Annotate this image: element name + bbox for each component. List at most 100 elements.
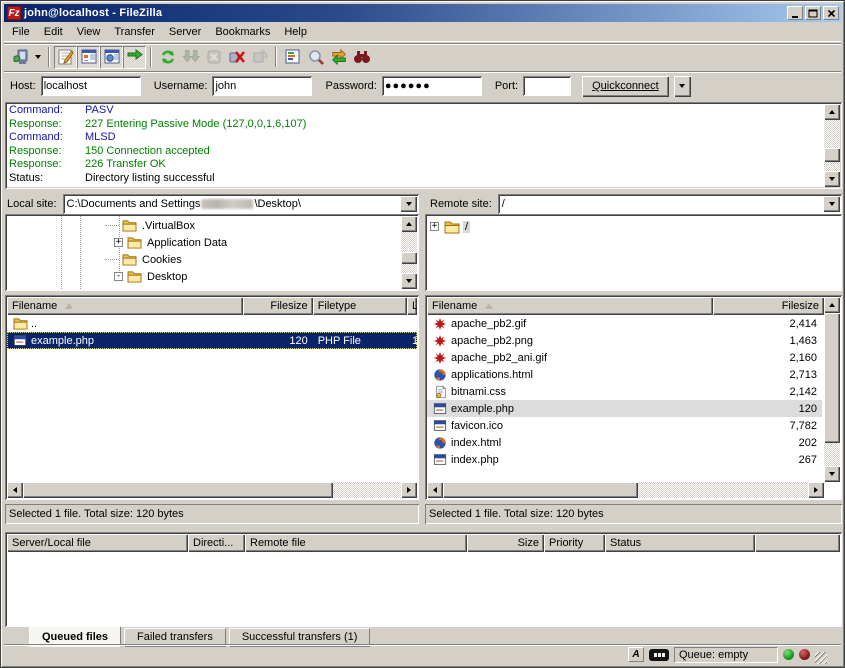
scroll-thumb[interactable] [401, 252, 417, 264]
column-remote-file[interactable]: Remote file [245, 534, 467, 552]
file-row[interactable]: favicon.ico 7,782 [427, 417, 822, 434]
file-row[interactable]: apache_pb2.gif 2,414 [427, 315, 822, 332]
resize-grip[interactable] [815, 652, 827, 664]
column-filename[interactable]: Filename [7, 297, 243, 315]
port-input[interactable] [523, 76, 571, 96]
scroll-down-button[interactable] [401, 273, 417, 289]
css-file-icon [432, 384, 448, 399]
column-filename[interactable]: Filename [427, 297, 713, 315]
scroll-up-button[interactable] [824, 297, 840, 313]
remote-site-dropdown[interactable] [823, 196, 840, 212]
local-tree-vscrollbar[interactable] [401, 216, 417, 289]
local-list-hscrollbar[interactable] [7, 482, 417, 498]
toggle-transfer-queue-button[interactable] [123, 46, 146, 69]
tree-item-application-data[interactable]: + Application Data [105, 234, 229, 251]
local-list-header: Filename Filesize Filetype L [7, 297, 417, 315]
column-direction[interactable]: Directi... [188, 534, 245, 552]
local-site-combobox[interactable]: C:\Documents and Settings\Desktop\ [63, 194, 419, 214]
transfer-queue-icon [126, 48, 144, 66]
menu-transfer[interactable]: Transfer [107, 24, 162, 40]
expand-icon[interactable]: + [430, 222, 439, 231]
title-bar[interactable]: Fz john@localhost - FileZilla [4, 4, 841, 22]
scroll-thumb[interactable] [23, 482, 333, 498]
scroll-thumb[interactable] [824, 148, 840, 162]
scroll-thumb[interactable] [824, 313, 840, 443]
column-server-local-file[interactable]: Server/Local file [7, 534, 188, 552]
remote-site-combobox[interactable]: / [498, 194, 842, 214]
synchronized-browsing-button[interactable] [327, 46, 350, 69]
transfer-type-ascii-icon[interactable]: A [628, 647, 644, 662]
toggle-remote-tree-button[interactable] [100, 46, 123, 69]
refresh-button[interactable] [156, 46, 179, 69]
maximize-button[interactable] [805, 6, 821, 20]
directory-comparison-button[interactable] [304, 46, 327, 69]
tree-item-desktop[interactable]: - Desktop [105, 268, 189, 285]
local-file-list: Filename Filesize Filetype L .. example.… [5, 295, 419, 500]
scroll-right-button[interactable] [401, 482, 417, 498]
menu-edit[interactable]: Edit [37, 24, 70, 40]
column-status[interactable]: Status [605, 534, 755, 552]
cancel-operation-button[interactable] [202, 46, 225, 69]
folder-icon [12, 316, 28, 331]
tree-item-virtualbox[interactable]: .VirtualBox [105, 217, 197, 234]
scroll-up-button[interactable] [401, 216, 417, 232]
scroll-down-button[interactable] [824, 171, 840, 187]
scroll-left-button[interactable] [7, 482, 23, 498]
file-row-example-php[interactable]: example.php 120 PHP File 1 [7, 332, 417, 349]
disconnect-button[interactable] [225, 46, 248, 69]
file-row[interactable]: apache_pb2.png 1,463 [427, 332, 822, 349]
arrow-down-icon [829, 472, 835, 476]
tree-item-cookies[interactable]: Cookies [105, 251, 184, 268]
process-queue-button[interactable] [179, 46, 202, 69]
minimize-button[interactable] [787, 6, 803, 20]
column-lastmodified[interactable]: L [407, 297, 417, 315]
column-filesize[interactable]: Filesize [713, 297, 824, 315]
menu-help[interactable]: Help [277, 24, 314, 40]
toggle-local-tree-button[interactable] [77, 46, 100, 69]
collapse-icon[interactable]: - [114, 272, 123, 281]
remote-list-hscrollbar[interactable] [427, 482, 824, 498]
scroll-down-button[interactable] [824, 466, 840, 482]
file-row-parent[interactable]: .. [7, 315, 417, 332]
file-row[interactable]: apache_pb2_ani.gif 2,160 [427, 349, 822, 366]
speed-limits-icon[interactable] [649, 649, 669, 661]
quickconnect-dropdown[interactable] [674, 76, 691, 97]
menu-file[interactable]: File [4, 24, 37, 40]
column-size[interactable]: Size [467, 534, 544, 552]
expand-icon[interactable]: + [114, 238, 123, 247]
tree-item-root[interactable]: + / [430, 218, 470, 235]
file-row[interactable]: bitnami.css 2,142 [427, 383, 822, 400]
scroll-thumb[interactable] [443, 482, 638, 498]
site-manager-button[interactable] [8, 46, 31, 69]
binoculars-icon [353, 48, 371, 66]
reconnect-button[interactable] [248, 46, 271, 69]
menu-bookmarks[interactable]: Bookmarks [208, 24, 277, 40]
column-priority[interactable]: Priority [544, 534, 605, 552]
local-site-dropdown[interactable] [400, 196, 417, 212]
column-filesize[interactable]: Filesize [243, 297, 313, 315]
quickconnect-button[interactable]: Quickconnect [582, 76, 669, 97]
file-row[interactable]: index.php 267 [427, 451, 822, 468]
menu-server[interactable]: Server [162, 24, 208, 40]
scroll-right-button[interactable] [808, 482, 824, 498]
find-files-button[interactable] [350, 46, 373, 69]
site-manager-dropdown[interactable] [31, 46, 44, 69]
menu-view[interactable]: View [70, 24, 108, 40]
scroll-left-button[interactable] [427, 482, 443, 498]
arrow-right-icon [407, 487, 411, 493]
host-input[interactable]: localhost [41, 76, 141, 96]
toggle-message-log-button[interactable] [54, 46, 77, 69]
close-button[interactable] [823, 6, 839, 20]
comparison-icon [307, 48, 325, 66]
column-filetype[interactable]: Filetype [313, 297, 407, 315]
directory-filters-button[interactable] [281, 46, 304, 69]
image-file-icon [432, 350, 448, 365]
file-row[interactable]: applications.html 2,713 [427, 366, 822, 383]
scroll-up-button[interactable] [824, 104, 840, 120]
file-row-example-php[interactable]: example.php 120 [427, 400, 822, 417]
log-vscrollbar[interactable] [824, 104, 840, 187]
username-input[interactable]: john [212, 76, 312, 96]
remote-list-vscrollbar[interactable] [824, 297, 840, 482]
password-input[interactable]: ●●●●●● [382, 76, 482, 96]
file-row[interactable]: index.html 202 [427, 434, 822, 451]
